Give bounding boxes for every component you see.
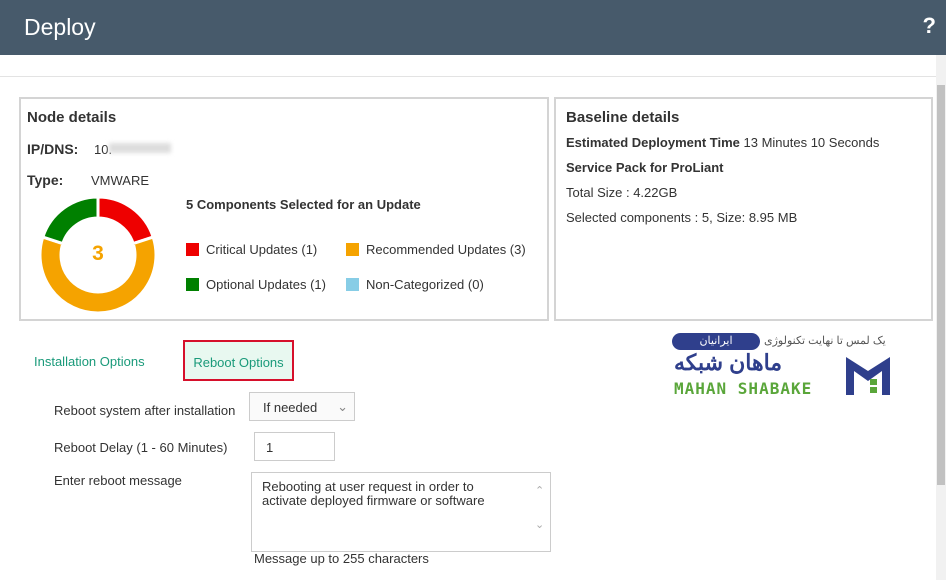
legend-noncategorized: Non-Categorized (0) bbox=[346, 277, 484, 292]
redacted-ip bbox=[109, 143, 171, 153]
legend-swatch bbox=[186, 278, 199, 291]
legend-label: Critical Updates (1) bbox=[206, 242, 318, 257]
legend-label: Non-Categorized (0) bbox=[366, 277, 484, 292]
service-pack: Service Pack for ProLiant bbox=[566, 160, 724, 175]
tab-installation-options[interactable]: Installation Options bbox=[34, 354, 145, 369]
tab-reboot-options[interactable]: Reboot Options bbox=[183, 340, 294, 381]
time-label: Estimated Deployment Time bbox=[566, 135, 740, 150]
node-details-panel: Node details IP/DNS: 10. Type: VMWARE 3 … bbox=[19, 97, 549, 321]
type-value: VMWARE bbox=[91, 173, 150, 188]
legend-swatch bbox=[346, 243, 359, 256]
logo-badge: ایرانیان bbox=[672, 333, 760, 350]
node-details-title: Node details bbox=[27, 109, 117, 126]
donut-center-value: 3 bbox=[92, 242, 104, 265]
reboot-label: Reboot system after installation bbox=[54, 403, 236, 418]
legend-swatch bbox=[186, 243, 199, 256]
message-hint: Message up to 255 characters bbox=[254, 551, 429, 566]
legend-optional: Optional Updates (1) bbox=[186, 277, 326, 292]
logo-name-fa: ماهان شبکه bbox=[674, 350, 783, 375]
delay-label: Reboot Delay (1 - 60 Minutes) bbox=[54, 440, 228, 455]
scroll-up-icon[interactable]: ⌃ bbox=[535, 484, 544, 497]
legend-recommended: Recommended Updates (3) bbox=[346, 242, 526, 257]
baseline-title: Baseline details bbox=[566, 109, 680, 126]
legend-swatch bbox=[346, 278, 359, 291]
legend-critical: Critical Updates (1) bbox=[186, 242, 317, 257]
time-value: 13 Minutes 10 Seconds bbox=[743, 135, 880, 150]
selected-components: Selected components : 5, Size: 8.95 MB bbox=[566, 210, 798, 225]
donut-slice-2 bbox=[40, 195, 100, 246]
logo-mark-icon bbox=[846, 357, 890, 395]
scrollbar[interactable] bbox=[936, 55, 946, 580]
deployment-time: Estimated Deployment Time 13 Minutes 10 … bbox=[566, 135, 879, 150]
scroll-down-icon[interactable]: ⌄ bbox=[535, 518, 544, 531]
legend-label: Recommended Updates (3) bbox=[366, 242, 526, 257]
divider bbox=[0, 76, 936, 77]
chevron-down-icon: ⌄ bbox=[337, 399, 348, 414]
scrollbar-thumb[interactable] bbox=[937, 85, 945, 485]
delay-input[interactable]: 1 bbox=[254, 432, 335, 461]
title-bar: Deploy ? bbox=[0, 0, 946, 55]
legend-label: Optional Updates (1) bbox=[206, 277, 326, 292]
page-title: Deploy bbox=[24, 14, 96, 40]
type-label: Type: bbox=[27, 172, 64, 188]
reboot-select-value: If needed bbox=[263, 400, 318, 415]
logo-name-en: MAHAN SHABAKE bbox=[674, 379, 813, 398]
message-label: Enter reboot message bbox=[54, 473, 182, 488]
reboot-select[interactable]: If needed ⌄ bbox=[249, 392, 355, 421]
ip-label: IP/DNS: bbox=[27, 141, 79, 157]
logo-tagline: یک لمس تا نهایت تکنولوژی bbox=[764, 335, 886, 347]
help-icon[interactable]: ? bbox=[923, 13, 936, 39]
message-textarea[interactable]: Rebooting at user request in order to ac… bbox=[251, 472, 551, 552]
watermark-logo: ایرانیان یک لمس تا نهایت تکنولوژی ماهان … bbox=[672, 333, 894, 399]
total-size: Total Size : 4.22GB bbox=[566, 185, 678, 200]
baseline-details-panel: Baseline details Estimated Deployment Ti… bbox=[554, 97, 933, 321]
components-summary: 5 Components Selected for an Update bbox=[186, 197, 421, 212]
donut-slice-0 bbox=[96, 195, 156, 246]
